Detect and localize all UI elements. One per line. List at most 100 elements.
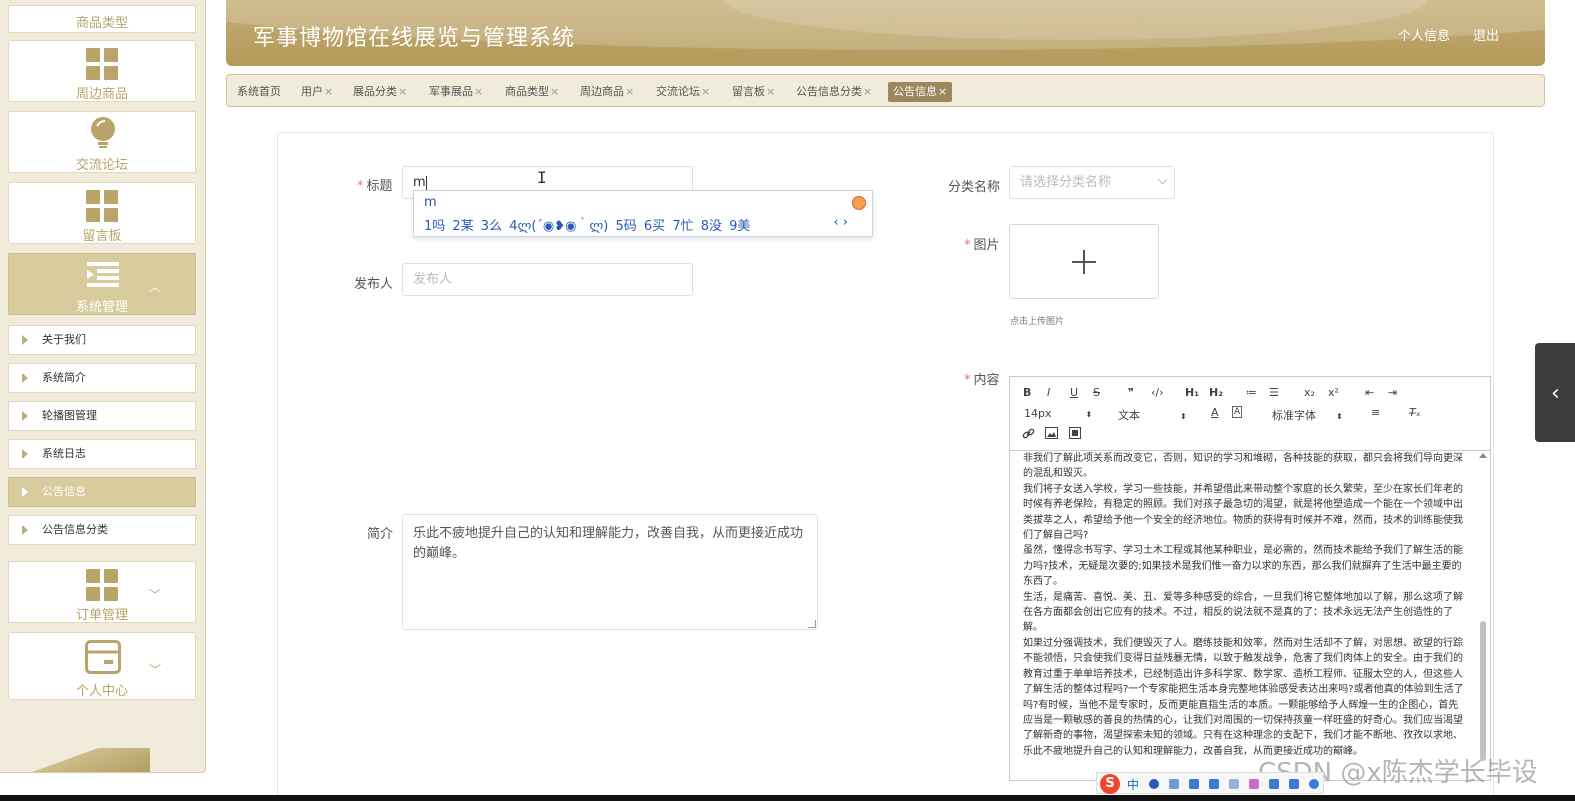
tab-announcement-categories[interactable]: 公告信息分类× [796, 82, 872, 102]
microphone-icon[interactable] [1189, 779, 1199, 789]
submenu-item-about[interactable]: 关于我们 [8, 325, 196, 355]
tab-home[interactable]: 系统首页 [237, 82, 281, 102]
tab-label: 系统首页 [237, 85, 281, 98]
sidebar-card-message-board[interactable]: 留言板 [8, 182, 196, 244]
text-cursor [425, 175, 427, 190]
tab-users[interactable]: 用户× [301, 82, 333, 102]
heading1-icon[interactable]: H₁ [1185, 386, 1199, 399]
close-icon[interactable]: × [324, 85, 333, 98]
italic-icon[interactable]: I [1047, 386, 1050, 399]
intro-textarea[interactable]: 乐此不疲地提升自己的认知和理解能力，改善自我，从而更接近成功的巅峰。 [402, 514, 818, 630]
editor-content[interactable]: 非我们了解此项关系而改变它，否则，知识的学习和堆砌，各种技能的获取，都只会将我们… [1023, 451, 1468, 771]
close-icon[interactable]: × [398, 85, 407, 98]
moon-icon[interactable] [1149, 779, 1159, 789]
tab-announcements[interactable]: 公告信息× [888, 82, 953, 102]
link-icon[interactable] [1022, 427, 1035, 440]
close-icon[interactable]: × [938, 85, 947, 98]
skin-icon[interactable] [1249, 779, 1259, 789]
tab-label: 商品类型 [505, 85, 549, 98]
font-size-select[interactable]: 14px ⬍ [1024, 407, 1092, 420]
profile-link[interactable]: 个人信息 [1398, 25, 1450, 44]
ordered-list-icon[interactable]: ≔ [1246, 386, 1257, 399]
top-header: 军事博物馆在线展览与管理系统 个人信息 退出 [226, 0, 1545, 66]
caret-right-icon [22, 525, 28, 535]
tab-product-types[interactable]: 商品类型× [505, 82, 559, 102]
toolbox-icon[interactable] [1269, 779, 1279, 789]
tab-merch[interactable]: 周边商品× [580, 82, 634, 102]
subscript-icon[interactable]: x₂ [1304, 386, 1315, 399]
close-icon[interactable]: × [863, 85, 872, 98]
side-panel-toggle[interactable]: ‹ [1535, 343, 1575, 442]
blockquote-icon[interactable]: ❞ [1128, 386, 1134, 399]
outdent-icon[interactable]: ⇤ [1365, 386, 1374, 399]
wallet-icon [85, 640, 121, 674]
menu-indent-icon [87, 262, 119, 287]
submenu-item-logs[interactable]: 系统日志 [8, 439, 196, 469]
tab-forum[interactable]: 交流论坛× [656, 82, 710, 102]
tab-message-board[interactable]: 留言板× [732, 82, 775, 102]
underline-icon[interactable]: U [1070, 386, 1078, 399]
sidebar-card-label: 留言板 [82, 229, 122, 244]
ime-language-toggle[interactable]: 中 [1127, 776, 1139, 793]
ime-status-bar[interactable]: S 中 [1096, 772, 1324, 794]
submenu-item-carousel[interactable]: 轮播图管理 [8, 401, 196, 431]
ibeam-cursor-icon: I [537, 168, 547, 187]
resize-handle-icon[interactable] [808, 620, 816, 628]
bullet-list-icon[interactable]: ☰ [1269, 386, 1279, 399]
close-icon[interactable]: × [766, 85, 775, 98]
editor-scrollbar[interactable] [1478, 453, 1488, 778]
code-block-icon[interactable]: ‹/› [1151, 386, 1164, 399]
close-icon[interactable]: × [550, 85, 559, 98]
submenu-item-intro[interactable]: 系统简介 [8, 363, 196, 393]
logout-link[interactable]: 退出 [1473, 25, 1499, 44]
category-select[interactable]: 请选择分类名称 [1009, 166, 1175, 199]
grid-icon[interactable] [1289, 779, 1299, 789]
indent-icon[interactable]: ⇥ [1388, 386, 1397, 399]
user-icon[interactable] [1229, 779, 1239, 789]
submenu-item-announcements[interactable]: 公告信息 [8, 477, 196, 507]
font-family-select[interactable]: 标准字体 ⬍ [1272, 407, 1343, 423]
settings-icon[interactable] [1309, 779, 1319, 789]
publisher-input[interactable]: 发布人 [402, 263, 693, 296]
superscript-icon[interactable]: x² [1328, 386, 1339, 399]
updown-icon: ⬍ [1336, 412, 1343, 421]
submenu-label: 公告信息分类 [42, 523, 108, 536]
close-icon[interactable]: × [474, 85, 483, 98]
heading2-icon[interactable]: H₂ [1209, 386, 1223, 399]
text-type-select[interactable]: 文本 ⬍ [1118, 407, 1187, 423]
close-icon[interactable]: × [625, 85, 634, 98]
sidebar-card-orders[interactable]: 订单管理 ﹀ [8, 561, 196, 623]
sidebar-card-product-types[interactable]: 商品类型 [8, 5, 196, 33]
sidebar-card-forum[interactable]: 交流论坛 [8, 111, 196, 173]
sidebar-card-merch[interactable]: 周边商品 [8, 40, 196, 102]
ime-page-nav[interactable]: ‹ › [833, 215, 848, 230]
background-color-icon[interactable]: A [1232, 406, 1243, 418]
ime-candidates[interactable]: 1吗 2某 3么 4ლ(´◉❥◉｀ლ) 5码 6买 7忙 8没 9美 [424, 215, 750, 234]
submenu-item-announcement-categories[interactable]: 公告信息分类 [8, 515, 196, 545]
image-upload[interactable] [1009, 224, 1159, 299]
tab-exhibit-categories[interactable]: 展品分类× [353, 82, 407, 102]
chevron-up-icon: ︿ [148, 280, 161, 294]
punctuation-icon[interactable] [1169, 779, 1179, 789]
tab-label: 交流论坛 [656, 85, 700, 98]
close-icon[interactable]: × [701, 85, 710, 98]
font-color-icon[interactable]: A [1211, 406, 1219, 419]
sidebar-card-personal-center[interactable]: 个人中心 ﹀ [8, 632, 196, 700]
bold-icon[interactable]: B [1023, 386, 1031, 399]
sidebar-decoration [0, 748, 150, 772]
scroll-up-icon[interactable] [1479, 453, 1487, 458]
tab-military-exhibits[interactable]: 军事展品× [429, 82, 483, 102]
video-icon[interactable] [1069, 427, 1081, 439]
sidebar: 商品类型 周边商品 交流论坛 留言板 系统管理 ︿ 关于我们 系统简介 轮播图管… [0, 0, 206, 773]
align-icon[interactable]: ≡ [1371, 406, 1380, 419]
submenu-label: 系统日志 [42, 447, 86, 460]
ime-skin-icon[interactable] [852, 196, 866, 210]
strike-icon[interactable]: S [1093, 386, 1100, 399]
clear-format-icon[interactable]: T̶ₓ [1409, 406, 1421, 419]
scroll-thumb[interactable] [1480, 621, 1486, 761]
keyboard-icon[interactable] [1209, 779, 1219, 789]
chevron-down-icon [1157, 174, 1168, 185]
sidebar-card-system-management[interactable]: 系统管理 ︿ [8, 253, 196, 315]
rich-text-editor[interactable]: B I U S ❞ ‹/› H₁ H₂ ≔ ☰ x₂ x² ⇤ ⇥ 14px ⬍ … [1009, 376, 1491, 781]
image-icon[interactable] [1045, 427, 1058, 439]
